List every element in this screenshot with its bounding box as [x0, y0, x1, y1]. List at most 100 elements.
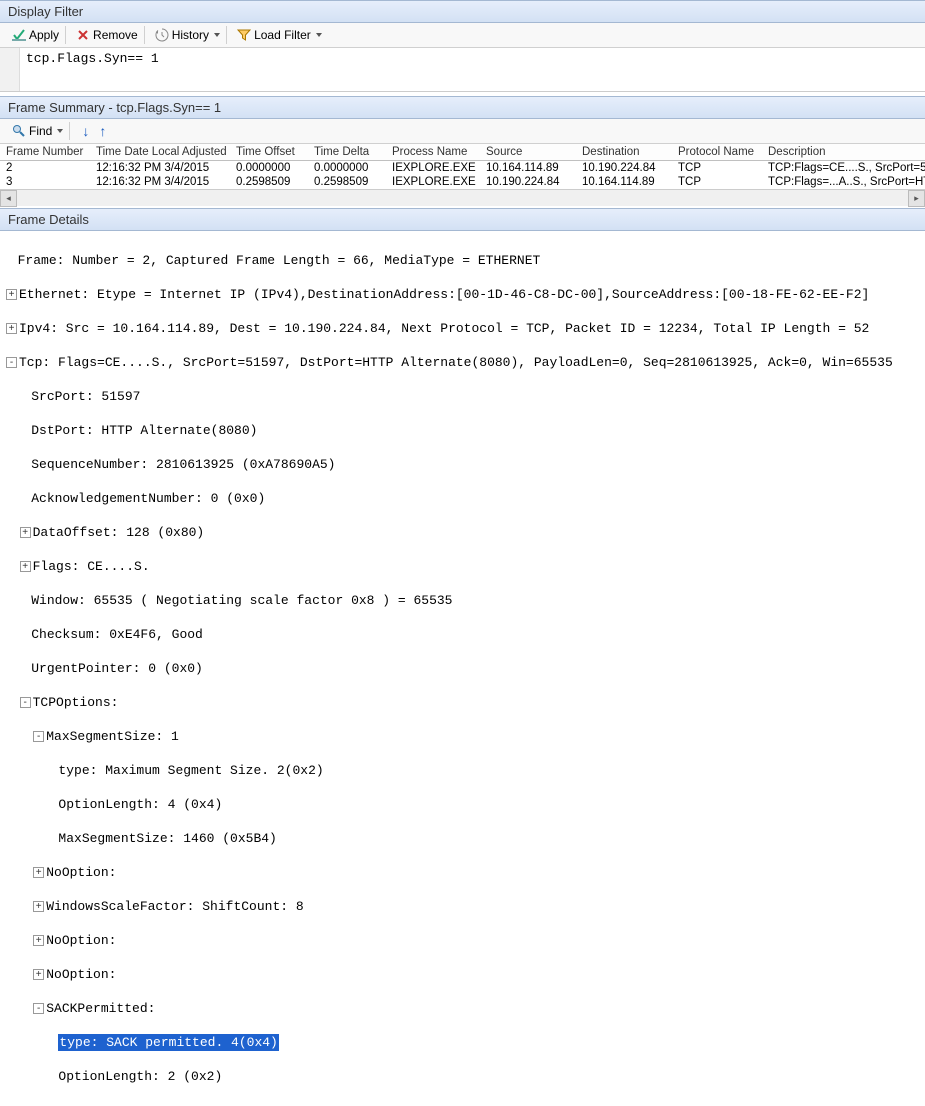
nav-up-button[interactable]: ↑ [97, 123, 108, 139]
expand-icon[interactable]: + [33, 901, 44, 912]
tree-node[interactable]: Window: 65535 ( Negotiating scale factor… [4, 592, 925, 609]
cell: 3 [0, 175, 90, 189]
collapse-icon[interactable]: - [20, 697, 31, 708]
node-text: DstPort: HTTP Alternate(8080) [31, 422, 257, 439]
tree-node[interactable]: OptionLength: 4 (0x4) [4, 796, 925, 813]
node-text: Ethernet: Etype = Internet IP (IPv4),Des… [19, 286, 869, 303]
node-text: NoOption: [46, 966, 116, 983]
display-filter-toolbar: Apply Remove History Load Filter [0, 23, 925, 48]
tree-node[interactable]: -MaxSegmentSize: 1 [4, 728, 925, 745]
expand-icon[interactable]: + [20, 527, 31, 538]
tree-node[interactable]: -SACKPermitted: [4, 1000, 925, 1017]
remove-button[interactable]: Remove [70, 26, 145, 44]
cell: IEXPLORE.EXE [386, 175, 480, 189]
expand-icon[interactable]: + [6, 323, 17, 334]
node-text: SrcPort: 51597 [31, 388, 140, 405]
filter-expression-box [0, 48, 925, 92]
frame-details-header: Frame Details [0, 208, 925, 231]
expand-icon[interactable]: + [6, 289, 17, 300]
col-time-offset[interactable]: Time Offset [230, 144, 308, 161]
filter-expression-input[interactable] [20, 48, 925, 91]
expand-icon[interactable]: + [33, 867, 44, 878]
history-label: History [172, 28, 209, 42]
remove-icon [76, 28, 90, 42]
tree-node[interactable]: OptionLength: 2 (0x2) [4, 1068, 925, 1085]
table-row[interactable]: 3 12:16:32 PM 3/4/2015 0.2598509 0.25985… [0, 175, 925, 189]
tree-node[interactable]: UrgentPointer: 0 (0x0) [4, 660, 925, 677]
node-text: type: Maximum Segment Size. 2(0x2) [58, 762, 323, 779]
tree-node[interactable]: SequenceNumber: 2810613925 (0xA78690A5) [4, 456, 925, 473]
table-row[interactable]: 2 12:16:32 PM 3/4/2015 0.0000000 0.00000… [0, 161, 925, 176]
cell: 10.190.224.84 [576, 161, 672, 176]
tree-node[interactable]: +NoOption: [4, 932, 925, 949]
node-text: NoOption: [46, 932, 116, 949]
node-text: WindowsScaleFactor: ShiftCount: 8 [46, 898, 303, 915]
frame-summary-table[interactable]: Frame Number Time Date Local Adjusted Ti… [0, 144, 925, 189]
cell: TCP:Flags=...A..S., SrcPort=HTTP Alterna… [762, 175, 925, 189]
tree-node[interactable]: -TCPOptions: [4, 694, 925, 711]
col-destination[interactable]: Destination [576, 144, 672, 161]
tree-node[interactable]: MaxSegmentSize: 1460 (0x5B4) [4, 830, 925, 847]
node-text: OptionLength: 4 (0x4) [58, 796, 222, 813]
node-text: UrgentPointer: 0 (0x0) [31, 660, 203, 677]
collapse-icon[interactable]: - [6, 357, 17, 368]
find-button[interactable]: Find [6, 122, 70, 140]
tree-node[interactable]: type: Maximum Segment Size. 2(0x2) [4, 762, 925, 779]
frame-summary-header: Frame Summary - tcp.Flags.Syn== 1 [0, 96, 925, 119]
dropdown-arrow-icon [214, 33, 220, 37]
load-filter-button[interactable]: Load Filter [231, 26, 328, 44]
node-text: Checksum: 0xE4F6, Good [31, 626, 203, 643]
tree-node[interactable]: +Ethernet: Etype = Internet IP (IPv4),De… [4, 286, 925, 303]
col-frame-number[interactable]: Frame Number [0, 144, 90, 161]
tree-node[interactable]: +NoOption: [4, 966, 925, 983]
cell: TCP [672, 175, 762, 189]
horizontal-scrollbar[interactable]: ◂ ▸ [0, 189, 925, 206]
tree-node[interactable]: AcknowledgementNumber: 0 (0x0) [4, 490, 925, 507]
collapse-icon[interactable]: - [33, 731, 44, 742]
col-description[interactable]: Description [762, 144, 925, 161]
funnel-icon [237, 28, 251, 42]
cell: 0.2598509 [308, 175, 386, 189]
tree-node[interactable]: -Tcp: Flags=CE....S., SrcPort=51597, Dst… [4, 354, 925, 371]
col-time-date[interactable]: Time Date Local Adjusted [90, 144, 230, 161]
col-process-name[interactable]: Process Name [386, 144, 480, 161]
node-text: DataOffset: 128 (0x80) [33, 524, 205, 541]
col-time-delta[interactable]: Time Delta [308, 144, 386, 161]
nav-down-button[interactable]: ↓ [80, 123, 91, 139]
tree-node[interactable]: +Flags: CE....S. [4, 558, 925, 575]
tree-node-selected[interactable]: type: SACK permitted. 4(0x4) [4, 1034, 925, 1051]
collapse-icon[interactable]: - [33, 1003, 44, 1014]
expand-icon[interactable]: + [33, 935, 44, 946]
cell: 0.2598509 [230, 175, 308, 189]
expand-icon[interactable]: + [33, 969, 44, 980]
dropdown-arrow-icon [57, 129, 63, 133]
tree-node[interactable]: SrcPort: 51597 [4, 388, 925, 405]
tree-node[interactable]: +DataOffset: 128 (0x80) [4, 524, 925, 541]
find-icon [12, 124, 26, 138]
tree-node[interactable]: Checksum: 0xE4F6, Good [4, 626, 925, 643]
cell: 0.0000000 [230, 161, 308, 176]
tree-node[interactable]: +NoOption: [4, 864, 925, 881]
history-button[interactable]: History [149, 26, 227, 44]
cell: 10.190.224.84 [480, 175, 576, 189]
scroll-right-button[interactable]: ▸ [908, 190, 925, 207]
col-protocol[interactable]: Protocol Name [672, 144, 762, 161]
cell: 12:16:32 PM 3/4/2015 [90, 161, 230, 176]
frame-details-tree[interactable]: Frame: Number = 2, Captured Frame Length… [0, 231, 925, 1106]
cell: 2 [0, 161, 90, 176]
tree-node[interactable]: DstPort: HTTP Alternate(8080) [4, 422, 925, 439]
node-text: NoOption: [46, 864, 116, 881]
scroll-left-button[interactable]: ◂ [0, 190, 17, 207]
cell: 0.0000000 [308, 161, 386, 176]
node-text: AcknowledgementNumber: 0 (0x0) [31, 490, 265, 507]
find-label: Find [29, 124, 52, 138]
remove-label: Remove [93, 28, 138, 42]
dropdown-arrow-icon [316, 33, 322, 37]
tree-node[interactable]: +Ipv4: Src = 10.164.114.89, Dest = 10.19… [4, 320, 925, 337]
tree-node[interactable]: Frame: Number = 2, Captured Frame Length… [4, 252, 925, 269]
col-source[interactable]: Source [480, 144, 576, 161]
cell: 10.164.114.89 [480, 161, 576, 176]
tree-node[interactable]: +WindowsScaleFactor: ShiftCount: 8 [4, 898, 925, 915]
apply-button[interactable]: Apply [6, 26, 66, 44]
expand-icon[interactable]: + [20, 561, 31, 572]
